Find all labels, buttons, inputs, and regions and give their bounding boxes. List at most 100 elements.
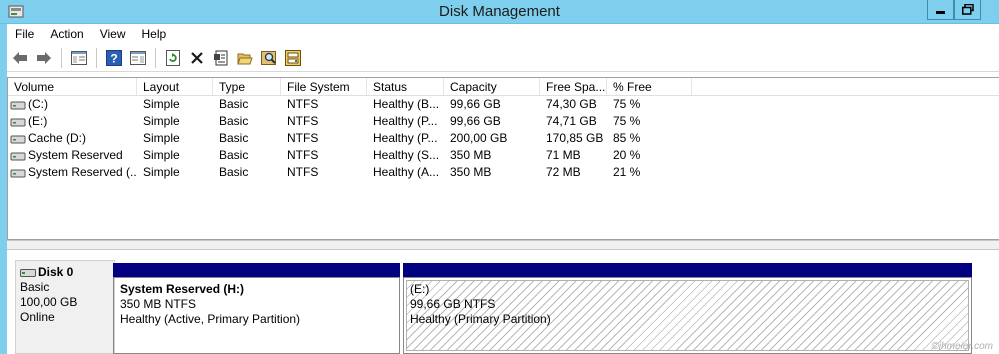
title-bar: Disk Management xyxy=(0,0,999,24)
status-cell: Healthy (S... xyxy=(373,148,440,162)
percent-free-cell: 75 % xyxy=(613,114,641,128)
partition-text: (E:) 99,66 GB NTFS Healthy (Primary Part… xyxy=(404,278,971,331)
partition-size: 99,66 GB NTFS xyxy=(410,297,496,311)
column-header-percent-free[interactable]: % Free xyxy=(607,78,692,95)
console-tree-icon xyxy=(71,50,87,65)
layout-cell: Simple xyxy=(143,148,180,162)
partition-header-bar xyxy=(113,263,400,277)
type-cell: Basic xyxy=(219,148,249,162)
status-cell: Healthy (A... xyxy=(373,165,440,179)
volume-cell: System Reserved (... xyxy=(8,164,137,181)
volume-list: Volume Layout Type File System Status Ca… xyxy=(7,77,999,240)
explore-button[interactable] xyxy=(258,47,280,69)
status-cell: Healthy (P... xyxy=(373,114,438,128)
forward-arrow-icon xyxy=(37,51,51,64)
capacity-cell: 350 MB xyxy=(450,165,492,179)
type-cell: Basic xyxy=(219,165,249,179)
partition-e[interactable]: (E:) 99,66 GB NTFS Healthy (Primary Part… xyxy=(403,277,972,354)
table-row[interactable]: (C:) Simple Basic NTFS Healthy (B... 99,… xyxy=(8,96,999,113)
volume-name: Cache (D:) xyxy=(28,131,87,145)
disk-graphical-view: Disk 0 Basic 100,00 GB Online System Res… xyxy=(7,250,999,354)
volume-name: System Reserved xyxy=(28,148,123,162)
console-tree-button[interactable] xyxy=(68,47,90,69)
type-cell: Basic xyxy=(219,114,249,128)
menu-view[interactable]: View xyxy=(92,24,134,44)
minimize-icon xyxy=(936,11,945,14)
disk-help-button[interactable] xyxy=(282,47,304,69)
file-system-cell: NTFS xyxy=(287,148,319,162)
disk-info-panel[interactable]: Disk 0 Basic 100,00 GB Online xyxy=(15,260,115,354)
capacity-cell: 350 MB xyxy=(450,148,492,162)
help-button[interactable]: ? xyxy=(103,47,125,69)
column-header-status[interactable]: Status xyxy=(367,78,444,95)
layout-cell: Simple xyxy=(143,165,180,179)
help-icon: ? xyxy=(106,49,122,66)
layout-cell: Simple xyxy=(143,114,180,128)
column-header-capacity[interactable]: Capacity xyxy=(444,78,540,95)
capacity-cell: 200,00 GB xyxy=(450,131,508,145)
volume-name: (E:) xyxy=(28,114,48,128)
menu-action[interactable]: Action xyxy=(42,24,91,44)
table-row[interactable]: (E:) Simple Basic NTFS Healthy (P... 99,… xyxy=(8,113,999,130)
partition-header-bar xyxy=(403,263,972,277)
volume-cell: (E:) xyxy=(8,113,137,130)
percent-free-cell: 21 % xyxy=(613,165,641,179)
column-header-type[interactable]: Type xyxy=(213,78,281,95)
action-pane-button[interactable] xyxy=(127,47,149,69)
column-header-layout[interactable]: Layout xyxy=(137,78,213,95)
forward-button[interactable] xyxy=(33,47,55,69)
toolbar-separator xyxy=(61,47,62,68)
back-button[interactable] xyxy=(9,47,31,69)
disk-status: Online xyxy=(20,310,55,324)
watermark: ©jhmeier.com xyxy=(931,341,993,352)
volume-icon xyxy=(10,101,26,109)
list-header: Volume Layout Type File System Status Ca… xyxy=(8,78,999,96)
menu-help[interactable]: Help xyxy=(134,24,175,44)
restore-button[interactable] xyxy=(954,0,981,20)
file-system-cell: NTFS xyxy=(287,97,319,111)
layout-cell: Simple xyxy=(143,131,180,145)
pane-splitter[interactable] xyxy=(7,240,999,250)
file-system-cell: NTFS xyxy=(287,165,319,179)
status-cell: Healthy (B... xyxy=(373,97,440,111)
percent-free-cell: 75 % xyxy=(613,97,641,111)
toolbar: ? xyxy=(7,44,999,72)
properties-button[interactable] xyxy=(210,47,232,69)
volume-name: System Reserved (... xyxy=(28,165,137,179)
delete-button[interactable] xyxy=(186,47,208,69)
partition-system-reserved[interactable]: System Reserved (H:) 350 MB NTFS Healthy… xyxy=(113,277,400,354)
delete-icon xyxy=(191,51,203,64)
window-border xyxy=(0,24,7,354)
back-arrow-icon xyxy=(13,51,27,64)
volume-icon xyxy=(10,169,26,177)
free-space-cell: 74,71 GB xyxy=(546,114,597,128)
partition-status: Healthy (Primary Partition) xyxy=(410,312,551,326)
table-row[interactable]: System Reserved Simple Basic NTFS Health… xyxy=(8,147,999,164)
table-row[interactable]: System Reserved (... Simple Basic NTFS H… xyxy=(8,164,999,181)
volume-icon xyxy=(10,118,26,126)
toolbar-separator xyxy=(96,47,97,68)
free-space-cell: 72 MB xyxy=(546,165,581,179)
percent-free-cell: 85 % xyxy=(613,131,641,145)
refresh-button[interactable] xyxy=(162,47,184,69)
disk-size: 100,00 GB xyxy=(20,295,78,309)
minimize-button[interactable] xyxy=(927,0,954,20)
disk-icon xyxy=(20,268,36,277)
free-space-cell: 71 MB xyxy=(546,148,581,162)
open-button[interactable] xyxy=(234,47,256,69)
column-header-volume[interactable]: Volume xyxy=(8,78,137,95)
partition-status: Healthy (Active, Primary Partition) xyxy=(120,312,301,326)
column-header-file-system[interactable]: File System xyxy=(281,78,367,95)
table-row[interactable]: Cache (D:) Simple Basic NTFS Healthy (P.… xyxy=(8,130,999,147)
window-title: Disk Management xyxy=(439,3,560,20)
volume-cell: System Reserved xyxy=(8,147,137,164)
column-header-free-space[interactable]: Free Spa... xyxy=(540,78,607,95)
partition-size: 350 MB NTFS xyxy=(120,297,197,311)
menu-file[interactable]: File xyxy=(7,24,42,44)
partition-text: System Reserved (H:) 350 MB NTFS Healthy… xyxy=(120,282,393,327)
disk-help-icon xyxy=(285,49,301,66)
properties-icon xyxy=(214,50,228,65)
toolbar-separator xyxy=(155,47,156,68)
layout-cell: Simple xyxy=(143,97,180,111)
volume-cell: (C:) xyxy=(8,96,137,113)
